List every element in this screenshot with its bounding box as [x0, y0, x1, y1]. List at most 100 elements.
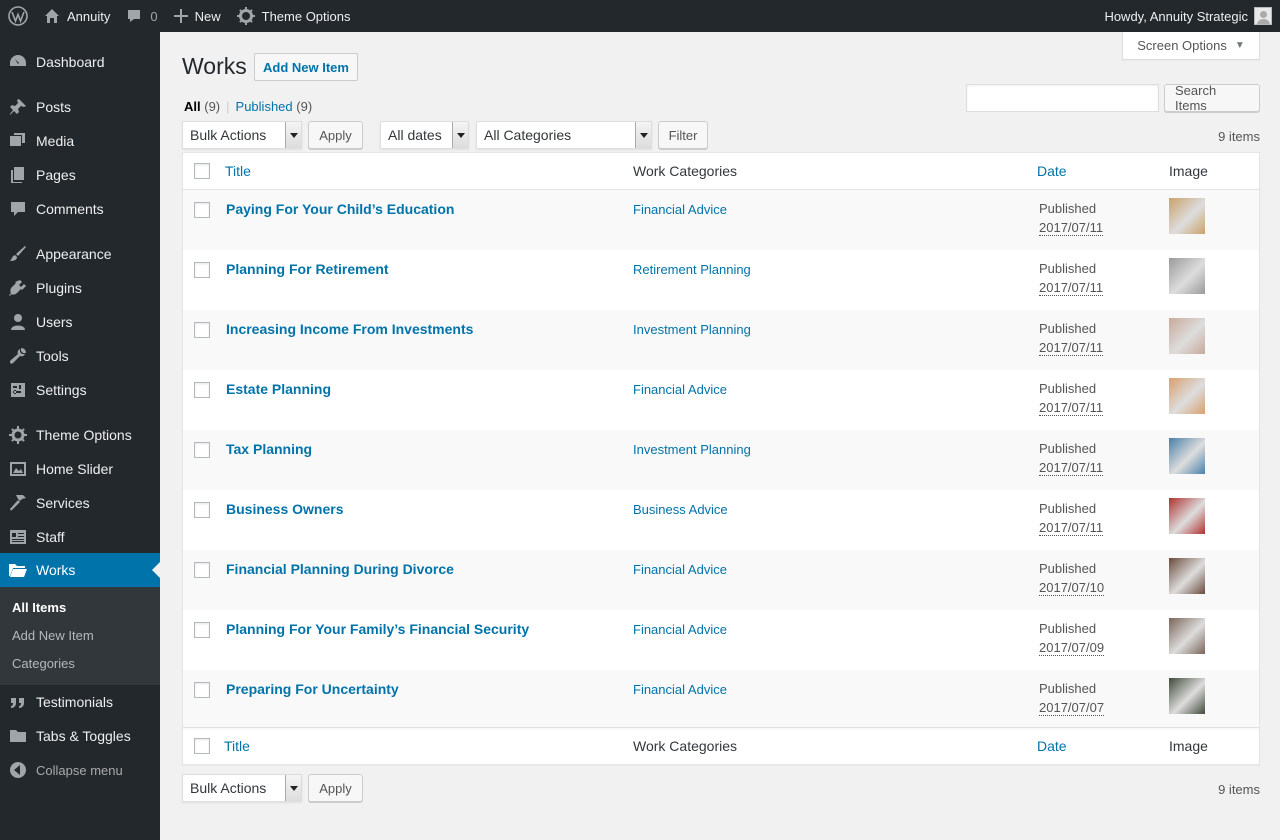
row-title-link[interactable]: Planning For Retirement	[226, 261, 389, 277]
column-date[interactable]: Date	[1037, 163, 1067, 179]
submenu-categories[interactable]: Categories	[12, 656, 75, 671]
howdy-text: Howdy, Annuity Strategic	[1104, 8, 1248, 24]
categories-filter-value: All Categories	[484, 127, 572, 143]
user-icon	[8, 312, 28, 332]
select-all-checkbox[interactable]	[194, 738, 210, 754]
add-new-item-button[interactable]: Add New Item	[254, 53, 358, 81]
row-checkbox[interactable]	[194, 442, 210, 458]
menu-posts[interactable]: Posts	[0, 90, 160, 124]
submenu-all-items[interactable]: All Items	[12, 600, 66, 615]
table-row: Estate Planning Financial Advice Published…	[183, 370, 1259, 430]
bulk-actions-select[interactable]: Bulk Actions	[182, 121, 302, 149]
row-checkbox[interactable]	[194, 322, 210, 338]
row-category-link[interactable]: Retirement Planning	[633, 262, 751, 277]
row-status: Published	[1039, 681, 1097, 696]
row-checkbox[interactable]	[194, 562, 210, 578]
row-category-link[interactable]: Financial Advice	[633, 382, 727, 397]
column-title[interactable]: Title	[225, 163, 251, 179]
row-status: Published	[1039, 201, 1097, 216]
menu-services[interactable]: Services	[0, 486, 160, 520]
menu-staff[interactable]: Staff	[0, 520, 160, 554]
image-icon	[8, 459, 28, 479]
dates-filter-select[interactable]: All dates	[380, 121, 469, 149]
theme-options-link[interactable]: Theme Options	[229, 0, 359, 32]
menu-pages[interactable]: Pages	[0, 158, 160, 192]
table-row: Tax Planning Investment Planning Published…	[183, 430, 1259, 490]
row-category-link[interactable]: Investment Planning	[633, 322, 751, 337]
bulk-actions-select-bottom[interactable]: Bulk Actions	[182, 774, 302, 802]
row-category-link[interactable]: Financial Advice	[633, 622, 727, 637]
column-date[interactable]: Date	[1037, 738, 1067, 754]
row-checkbox[interactable]	[194, 262, 210, 278]
menu-users[interactable]: Users	[0, 305, 160, 339]
gear-icon	[8, 425, 28, 445]
row-title-link[interactable]: Planning For Your Family’s Financial Sec…	[226, 621, 529, 637]
row-checkbox[interactable]	[194, 202, 210, 218]
row-category-link[interactable]: Financial Advice	[633, 682, 727, 697]
menu-media[interactable]: Media	[0, 124, 160, 158]
screen-options-button[interactable]: Screen Options ▼	[1122, 32, 1260, 60]
menu-theme-options[interactable]: Theme Options	[0, 418, 160, 452]
row-title-link[interactable]: Business Owners	[226, 501, 344, 517]
wordpress-logo-icon[interactable]	[0, 0, 36, 32]
row-title-link[interactable]: Estate Planning	[226, 381, 331, 397]
menu-label: Testimonials	[36, 694, 114, 710]
row-date: 2017/07/11	[1039, 220, 1104, 236]
row-date: 2017/07/11	[1039, 460, 1104, 476]
row-title-link[interactable]: Tax Planning	[226, 441, 312, 457]
menu-label: Settings	[36, 382, 87, 398]
row-thumbnail	[1169, 318, 1205, 354]
menu-tools[interactable]: Tools	[0, 339, 160, 373]
column-image: Image	[1169, 738, 1208, 754]
row-title-link[interactable]: Financial Planning During Divorce	[226, 561, 454, 577]
table-row: Increasing Income From Investments Invest…	[183, 310, 1259, 370]
menu-label: Home Slider	[36, 461, 114, 477]
row-checkbox[interactable]	[194, 382, 210, 398]
new-content-link[interactable]: New	[166, 0, 229, 32]
row-category-link[interactable]: Financial Advice	[633, 202, 727, 217]
row-title-link[interactable]: Increasing Income From Investments	[226, 321, 473, 337]
row-checkbox[interactable]	[194, 622, 210, 638]
comments-link[interactable]: 0	[118, 0, 165, 32]
apply-button[interactable]: Apply	[308, 121, 363, 149]
site-name: Annuity	[67, 8, 111, 24]
collapse-menu-button[interactable]: Collapse menu	[0, 753, 160, 787]
menu-label: Media	[36, 133, 75, 149]
row-thumbnail	[1169, 378, 1205, 414]
menu-testimonials[interactable]: Testimonials	[0, 685, 160, 719]
table-row: Preparing For Uncertainty Financial Advic…	[183, 670, 1259, 730]
menu-settings[interactable]: Settings	[0, 373, 160, 407]
column-image: Image	[1169, 163, 1208, 179]
menu-dashboard[interactable]: Dashboard	[0, 45, 160, 79]
filter-button[interactable]: Filter	[658, 121, 708, 149]
row-checkbox[interactable]	[194, 682, 210, 698]
row-status: Published	[1039, 561, 1097, 576]
dashboard-icon	[8, 52, 28, 72]
site-name-link[interactable]: Annuity	[36, 0, 118, 32]
search-items-button[interactable]: Search Items	[1164, 83, 1260, 113]
categories-filter-select[interactable]: All Categories	[476, 121, 652, 149]
row-checkbox[interactable]	[194, 502, 210, 518]
row-category-link[interactable]: Investment Planning	[633, 442, 751, 457]
menu-plugins[interactable]: Plugins	[0, 271, 160, 305]
table-row: Planning For Retirement Retirement Planni…	[183, 250, 1259, 310]
menu-home-slider[interactable]: Home Slider	[0, 452, 160, 486]
apply-button-bottom[interactable]: Apply	[308, 774, 363, 802]
menu-comments[interactable]: Comments	[0, 192, 160, 226]
row-title-link[interactable]: Paying For Your Child’s Education	[226, 201, 454, 217]
view-published-link[interactable]: Published (9)	[236, 99, 313, 114]
row-category-link[interactable]: Business Advice	[633, 502, 728, 517]
submenu-add-new-item[interactable]: Add New Item	[12, 628, 94, 643]
menu-works[interactable]: Works	[0, 553, 160, 587]
table-row: Paying For Your Child’s Education Financi…	[183, 190, 1259, 250]
menu-appearance[interactable]: Appearance	[0, 237, 160, 271]
row-title-link[interactable]: Preparing For Uncertainty	[226, 681, 399, 697]
view-all-link[interactable]: All (9)	[184, 99, 220, 114]
select-all-checkbox[interactable]	[194, 163, 210, 179]
plus-icon	[173, 9, 188, 23]
column-title[interactable]: Title	[224, 738, 250, 754]
menu-tabs-toggles[interactable]: Tabs & Toggles	[0, 719, 160, 753]
search-input[interactable]	[966, 84, 1159, 112]
row-category-link[interactable]: Financial Advice	[633, 562, 727, 577]
account-menu[interactable]: Howdy, Annuity Strategic	[1104, 7, 1280, 25]
